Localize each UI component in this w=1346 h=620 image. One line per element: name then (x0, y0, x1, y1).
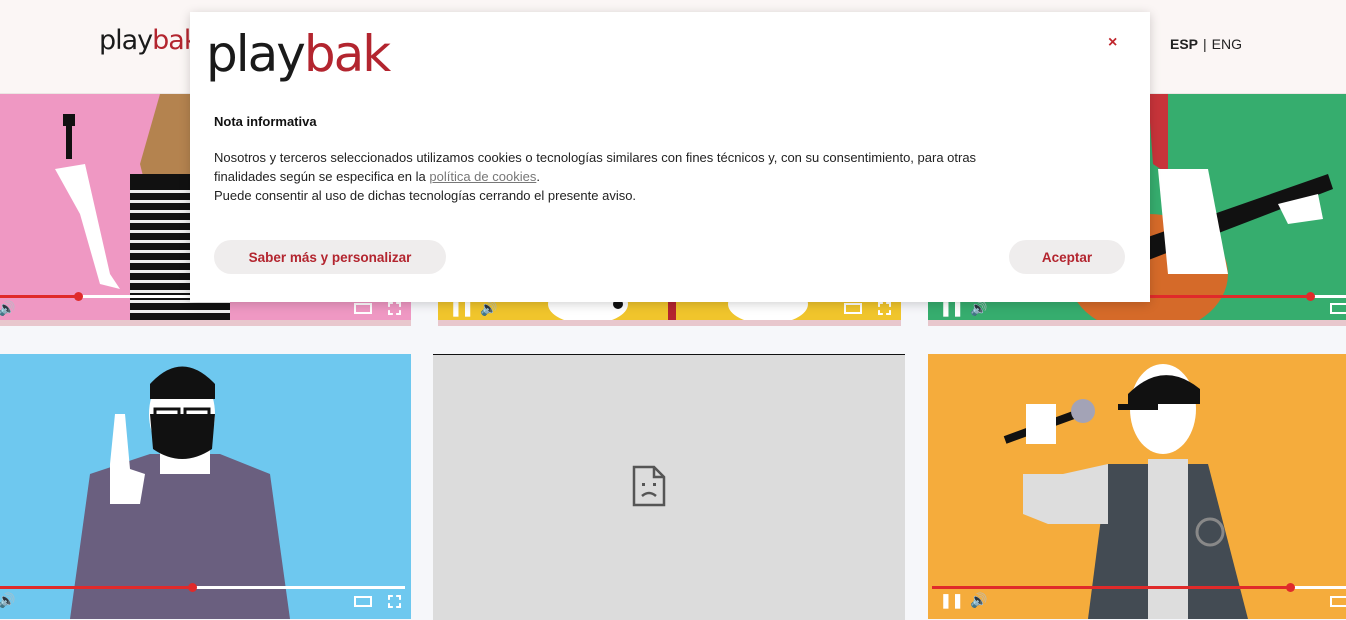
cookie-consent-dialog: playbak × Nota informativa Nosotros y te… (190, 12, 1150, 302)
body-line-2-start: finalidades según se especifica en la (214, 169, 430, 184)
volume-icon[interactable]: 🔊 (970, 592, 987, 609)
video-progress-track[interactable] (932, 583, 1346, 592)
body-line-2-end: . (536, 169, 540, 184)
lang-separator: | (1203, 36, 1207, 52)
video-progress-fill (0, 295, 78, 298)
logo-text-play: play (99, 25, 153, 56)
close-icon[interactable]: × (1108, 34, 1117, 52)
cookie-policy-link[interactable]: política de cookies (429, 169, 536, 184)
video-progress-fill (0, 586, 192, 589)
theater-mode-icon[interactable] (1330, 596, 1346, 607)
lang-esp-link[interactable]: ESP (1170, 36, 1198, 52)
dialog-logo: playbak (206, 24, 391, 84)
logo-text-play: play (206, 25, 306, 83)
theater-mode-icon[interactable] (844, 303, 862, 314)
video-progress-handle[interactable] (74, 292, 83, 301)
tile-bottom-bar (928, 320, 1346, 326)
language-switcher: ESP | ENG (1170, 36, 1242, 52)
body-line-3: Puede consentir al uso de dichas tecnolo… (214, 188, 637, 203)
volume-icon[interactable]: 🔊 (480, 300, 497, 317)
video-progress-handle[interactable] (1286, 583, 1295, 592)
theater-mode-icon[interactable] (354, 596, 372, 607)
video-progress-handle[interactable] (188, 583, 197, 592)
accept-button[interactable]: Aceptar (1009, 240, 1125, 274)
broken-page-icon (632, 465, 666, 507)
dialog-body: Nosotros y terceros seleccionados utiliz… (214, 148, 1074, 205)
video-tile-rapper[interactable]: ❚❚ 🔊 (928, 354, 1346, 619)
logo-text-bak: bak (303, 25, 391, 83)
volume-icon[interactable]: 🔊 (0, 592, 15, 609)
pause-icon[interactable]: ❚❚ (940, 592, 963, 609)
body-line-1: Nosotros y terceros seleccionados utiliz… (214, 150, 977, 165)
site-logo[interactable]: playbak (99, 25, 200, 56)
fullscreen-icon[interactable] (878, 302, 891, 315)
video-progress-handle[interactable] (1306, 292, 1315, 301)
tile-bottom-bar (0, 320, 411, 326)
pause-icon[interactable]: ❚❚ (940, 300, 963, 317)
fullscreen-icon[interactable] (388, 302, 401, 315)
fullscreen-icon[interactable] (388, 595, 401, 608)
bearded-man-illustration (70, 366, 290, 619)
tile-bottom-bar (438, 320, 901, 326)
pause-icon[interactable]: ❚❚ (450, 300, 473, 317)
learn-more-customize-button[interactable]: Saber más y personalizar (214, 240, 446, 274)
video-progress-track[interactable] (0, 583, 405, 592)
volume-icon[interactable]: 🔊 (0, 300, 15, 317)
video-progress-fill (932, 586, 1290, 589)
theater-mode-icon[interactable] (1330, 303, 1346, 314)
video-tile-bearded-man[interactable]: 🔊 (0, 354, 411, 619)
volume-icon[interactable]: 🔊 (970, 300, 987, 317)
rapper-illustration (1003, 364, 1248, 619)
lang-eng-link[interactable]: ENG (1212, 36, 1242, 52)
dialog-title: Nota informativa (214, 114, 317, 129)
theater-mode-icon[interactable] (354, 303, 372, 314)
video-tile-unavailable (433, 354, 905, 620)
